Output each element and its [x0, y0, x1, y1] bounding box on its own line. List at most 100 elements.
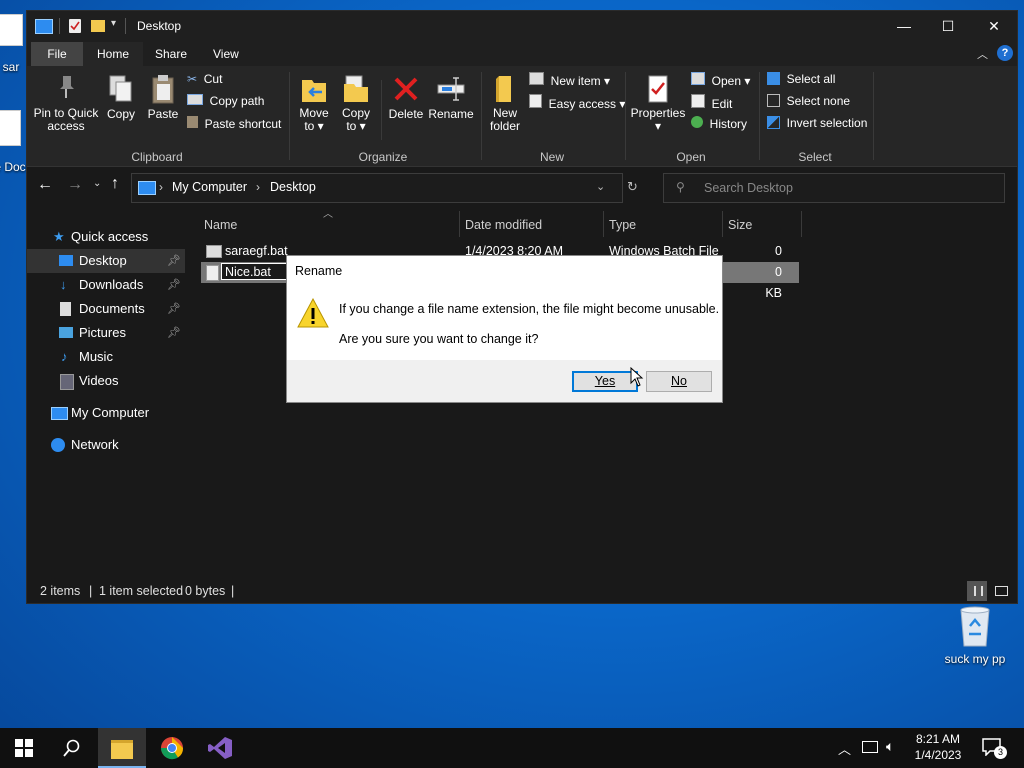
details-view-icon	[974, 586, 983, 596]
copy-path-icon	[187, 94, 203, 105]
new-item-button[interactable]: New item ▾	[529, 72, 610, 88]
title-bar[interactable]: ▾ Desktop — ☐ ✕	[27, 11, 1017, 42]
action-center-button[interactable]: 3	[982, 738, 1007, 759]
history-button[interactable]: History	[691, 116, 747, 131]
paste-shortcut-button[interactable]: Paste shortcut	[187, 116, 281, 131]
collapse-ribbon-icon[interactable]: ︿	[977, 46, 988, 62]
nav-item-quick-access[interactable]: ★ Quick access	[27, 225, 185, 249]
nav-item-desktop[interactable]: Desktop 📌︎	[27, 249, 185, 273]
nav-item-pictures[interactable]: Pictures 📌︎	[27, 321, 185, 345]
pin-quick-access-button[interactable]: Pin to Quick access	[33, 74, 99, 133]
delete-button[interactable]: Delete	[385, 74, 427, 121]
search-icon	[63, 739, 80, 757]
edit-button[interactable]: Edit	[691, 94, 732, 111]
chevron-up-icon: ︿	[838, 742, 852, 757]
details-view-button[interactable]	[967, 581, 987, 601]
properties-button[interactable]: Properties ▾	[629, 74, 687, 133]
pictures-icon	[59, 327, 73, 338]
maximize-button[interactable]: ☐	[925, 11, 971, 42]
batch-file-icon	[206, 245, 222, 258]
properties-icon[interactable]	[69, 19, 81, 33]
address-dropdown-icon[interactable]: ⌄	[596, 180, 605, 193]
new-folder-button[interactable]: New folder	[485, 74, 525, 133]
large-icons-view-icon	[995, 586, 1008, 596]
help-icon[interactable]: ?	[997, 45, 1013, 61]
folder-icon	[496, 76, 511, 102]
select-none-icon	[767, 94, 780, 107]
tab-home[interactable]: Home	[83, 42, 144, 66]
chrome-taskbar-button[interactable]	[148, 728, 196, 768]
show-hidden-icons-button[interactable]: ︿	[838, 739, 851, 758]
refresh-icon: ↻	[627, 179, 638, 194]
breadcrumb-desktop[interactable]: Desktop	[270, 180, 316, 194]
desktop-icon-recycle-bin[interactable]: suck my pp	[940, 604, 1010, 666]
clock[interactable]: 8:21 AM 1/4/2023	[908, 731, 968, 763]
start-button[interactable]	[0, 728, 48, 768]
dropdown-icon[interactable]: ▾	[111, 18, 116, 29]
search-icon: ⚲	[676, 180, 685, 194]
recent-locations-button[interactable]: ⌄	[93, 178, 101, 189]
copy-to-button[interactable]: Copy to ▾	[337, 74, 375, 133]
open-button[interactable]: Open ▾	[691, 72, 750, 88]
forward-button[interactable]: →	[67, 176, 83, 194]
star-icon: ★	[53, 229, 65, 244]
new-folder-icon[interactable]	[91, 20, 105, 32]
close-button[interactable]: ✕	[971, 11, 1017, 42]
pin-icon: 📌︎	[167, 255, 181, 267]
pin-icon	[60, 76, 74, 98]
minimize-button[interactable]: —	[881, 11, 927, 42]
select-all-button[interactable]: Select all	[767, 72, 835, 86]
divider	[125, 18, 126, 34]
nav-item-downloads[interactable]: ↓ Downloads 📌︎	[27, 273, 185, 297]
back-button[interactable]: ←	[37, 176, 53, 194]
computer-icon	[138, 181, 156, 195]
network-status-icon[interactable]	[862, 741, 878, 753]
visual-studio-taskbar-button[interactable]	[196, 728, 244, 768]
yes-button[interactable]: Yes	[572, 371, 638, 392]
volume-icon[interactable]: 🔈︎	[886, 738, 894, 755]
nav-item-network[interactable]: Network	[27, 433, 185, 457]
paste-button[interactable]: Paste	[145, 74, 181, 121]
item-count: 2 items	[40, 584, 81, 598]
search-box[interactable]: ⚲ Search Desktop	[663, 173, 1005, 203]
nav-item-videos[interactable]: Videos	[27, 369, 185, 393]
rename-button[interactable]: Rename	[427, 74, 475, 121]
tab-share[interactable]: Share	[141, 42, 201, 66]
search-button[interactable]	[48, 728, 96, 768]
desktop-icon	[59, 255, 73, 266]
cut-button[interactable]: ✂ Cut	[187, 72, 222, 86]
move-to-button[interactable]: Move to ▾	[295, 74, 333, 133]
document-icon	[0, 110, 21, 146]
nav-item-documents[interactable]: Documents 📌︎	[27, 297, 185, 321]
paste-shortcut-icon	[187, 116, 198, 128]
select-all-icon	[767, 72, 780, 85]
tab-view[interactable]: View	[199, 42, 253, 66]
group-label-organize: Organize	[358, 150, 408, 164]
nav-item-my-computer[interactable]: My Computer	[27, 401, 185, 425]
column-header-date[interactable]: Date modified	[465, 213, 542, 237]
refresh-button[interactable]: ↻	[627, 179, 638, 195]
column-header-name[interactable]: Name	[204, 213, 237, 237]
easy-access-button[interactable]: Easy access ▾	[529, 94, 625, 111]
copy-button[interactable]: Copy	[103, 74, 139, 121]
group-separator	[873, 72, 874, 160]
maximize-icon: ☐	[941, 18, 955, 34]
nav-item-music[interactable]: ♪ Music	[27, 345, 185, 369]
dialog-body: If you change a file name extension, the…	[287, 286, 722, 360]
music-icon: ♪	[61, 349, 68, 364]
back-arrow-icon: ←	[37, 176, 53, 193]
breadcrumb-my-computer[interactable]: My Computer	[172, 180, 247, 194]
column-header-size[interactable]: Size	[728, 213, 752, 237]
address-bar[interactable]: › My Computer › Desktop ⌄	[131, 173, 623, 203]
copy-path-button[interactable]: Copy path	[187, 94, 264, 108]
large-icons-view-button[interactable]	[991, 581, 1011, 601]
taskbar: ︿ 🔈︎ 8:21 AM 1/4/2023 3	[0, 728, 1024, 768]
up-button[interactable]: ↑	[111, 175, 119, 193]
no-button[interactable]: No	[646, 371, 712, 392]
select-none-button[interactable]: Select none	[767, 94, 850, 108]
file-explorer-taskbar-button[interactable]	[98, 728, 146, 768]
computer-icon	[51, 407, 68, 420]
column-header-type[interactable]: Type	[609, 213, 636, 237]
invert-selection-button[interactable]: Invert selection	[767, 116, 867, 130]
tab-file[interactable]: File	[31, 42, 83, 66]
